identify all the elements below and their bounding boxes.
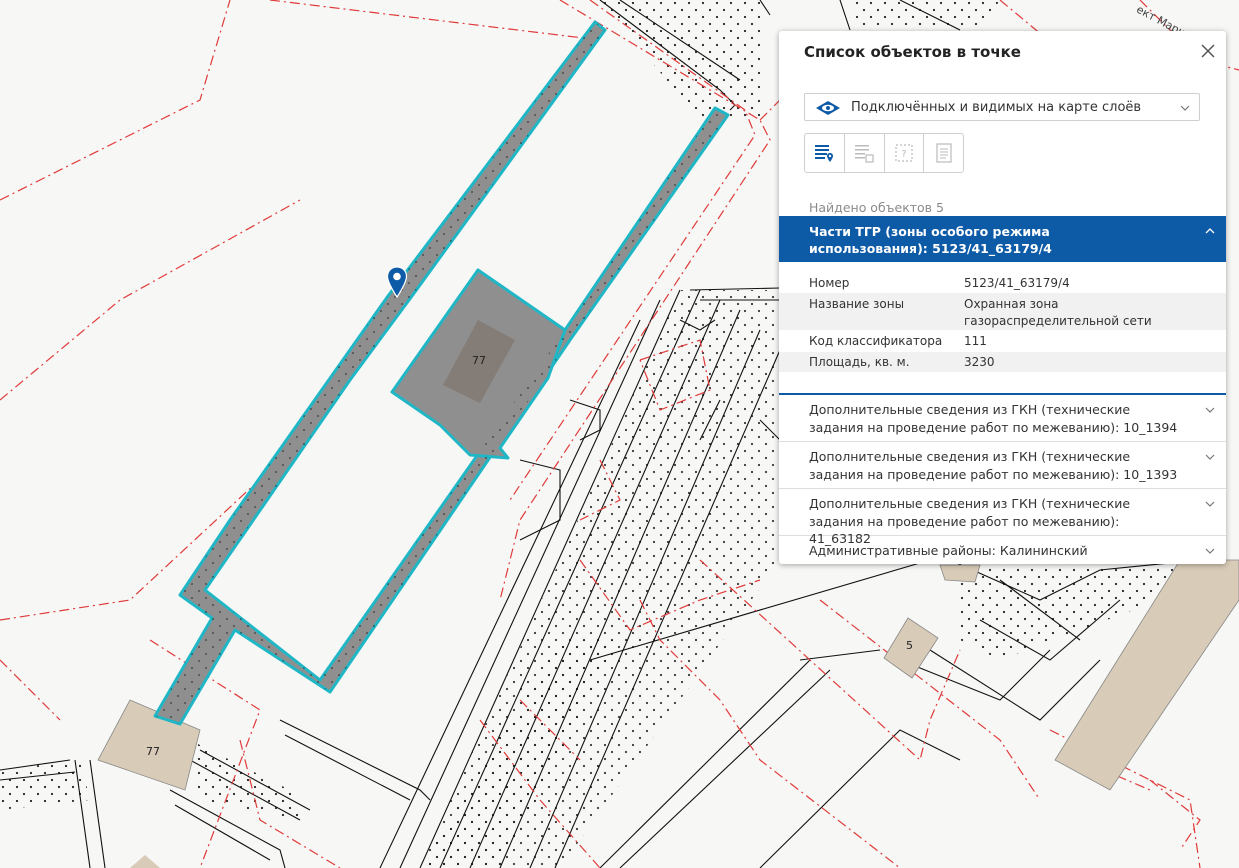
objects-at-point-panel: Список объектов в точке Подключённых и в…: [779, 31, 1226, 564]
help-frame-icon: ?: [895, 144, 913, 162]
property-value: 111: [964, 334, 987, 348]
result-item-header-active[interactable]: Части ТГР (зоны особого режима использов…: [779, 216, 1226, 262]
layer-scope-select[interactable]: Подключённых и видимых на карте слоёв: [804, 93, 1200, 121]
document-button[interactable]: [924, 134, 963, 172]
chevron-down-icon: [1205, 548, 1215, 554]
layer-list-button[interactable]: [845, 134, 885, 172]
result-item[interactable]: Административные районы: Калининский: [779, 536, 1226, 564]
layers-eye-icon: [816, 101, 840, 115]
property-key: Код классификатора: [809, 334, 943, 348]
result-item[interactable]: Дополнительные сведения из ГКН (техничес…: [779, 442, 1226, 489]
found-count: Найдено объектов 5: [809, 200, 944, 215]
parcel-label: 77: [146, 745, 160, 758]
result-item-title: Части ТГР (зоны особого режима использов…: [809, 224, 1052, 256]
property-value: 3230: [964, 355, 995, 369]
objects-at-point-button[interactable]: [805, 134, 845, 172]
panel-title: Список объектов в точке: [804, 43, 1021, 61]
help-frame-button[interactable]: ?: [885, 134, 925, 172]
svg-text:?: ?: [901, 149, 906, 160]
layer-scope-value: Подключённых и видимых на карте слоёв: [851, 100, 1142, 115]
property-row: Код классификатора 111: [779, 330, 1226, 352]
parcel-label: 5: [906, 639, 913, 652]
result-item[interactable]: Дополнительные сведения из ГКН (техничес…: [779, 395, 1226, 442]
property-row: Номер 5123/41_63179/4: [779, 272, 1226, 293]
property-value: Охранная зона газораспределительной сети: [964, 297, 1152, 328]
layer-list-icon: [855, 145, 874, 163]
result-item-title: Дополнительные сведения из ГКН (техничес…: [809, 449, 1178, 482]
chevron-down-icon: [1205, 454, 1215, 460]
chevron-down-icon: [1205, 501, 1215, 507]
result-item[interactable]: Дополнительные сведения из ГКН (техничес…: [779, 489, 1226, 546]
mode-toggle-group: ?: [804, 133, 964, 173]
close-icon[interactable]: [1198, 41, 1218, 61]
property-row: Площадь, кв. м. 3230: [779, 352, 1226, 372]
property-row: Название зоны Охранная зона газораспреде…: [779, 293, 1226, 330]
result-item-title: Административные районы: Калининский: [809, 543, 1088, 558]
property-value: 5123/41_63179/4: [964, 276, 1070, 290]
property-key: Номер: [809, 276, 850, 290]
property-key: Название зоны: [809, 297, 905, 311]
chevron-down-icon: [1180, 105, 1190, 111]
location-pin-icon[interactable]: [386, 266, 408, 298]
chevron-up-icon: [1205, 228, 1215, 234]
parcel-label: 77: [472, 354, 486, 367]
document-icon: [936, 143, 952, 163]
close-button[interactable]: [1198, 41, 1218, 61]
property-key: Площадь, кв. м.: [809, 355, 910, 369]
chevron-down-icon: [1205, 407, 1215, 413]
properties-table: Номер 5123/41_63179/4 Название зоны Охра…: [779, 272, 1226, 372]
result-item-title: Дополнительные сведения из ГКН (техничес…: [809, 402, 1178, 435]
objects-at-point-icon: [815, 145, 834, 162]
